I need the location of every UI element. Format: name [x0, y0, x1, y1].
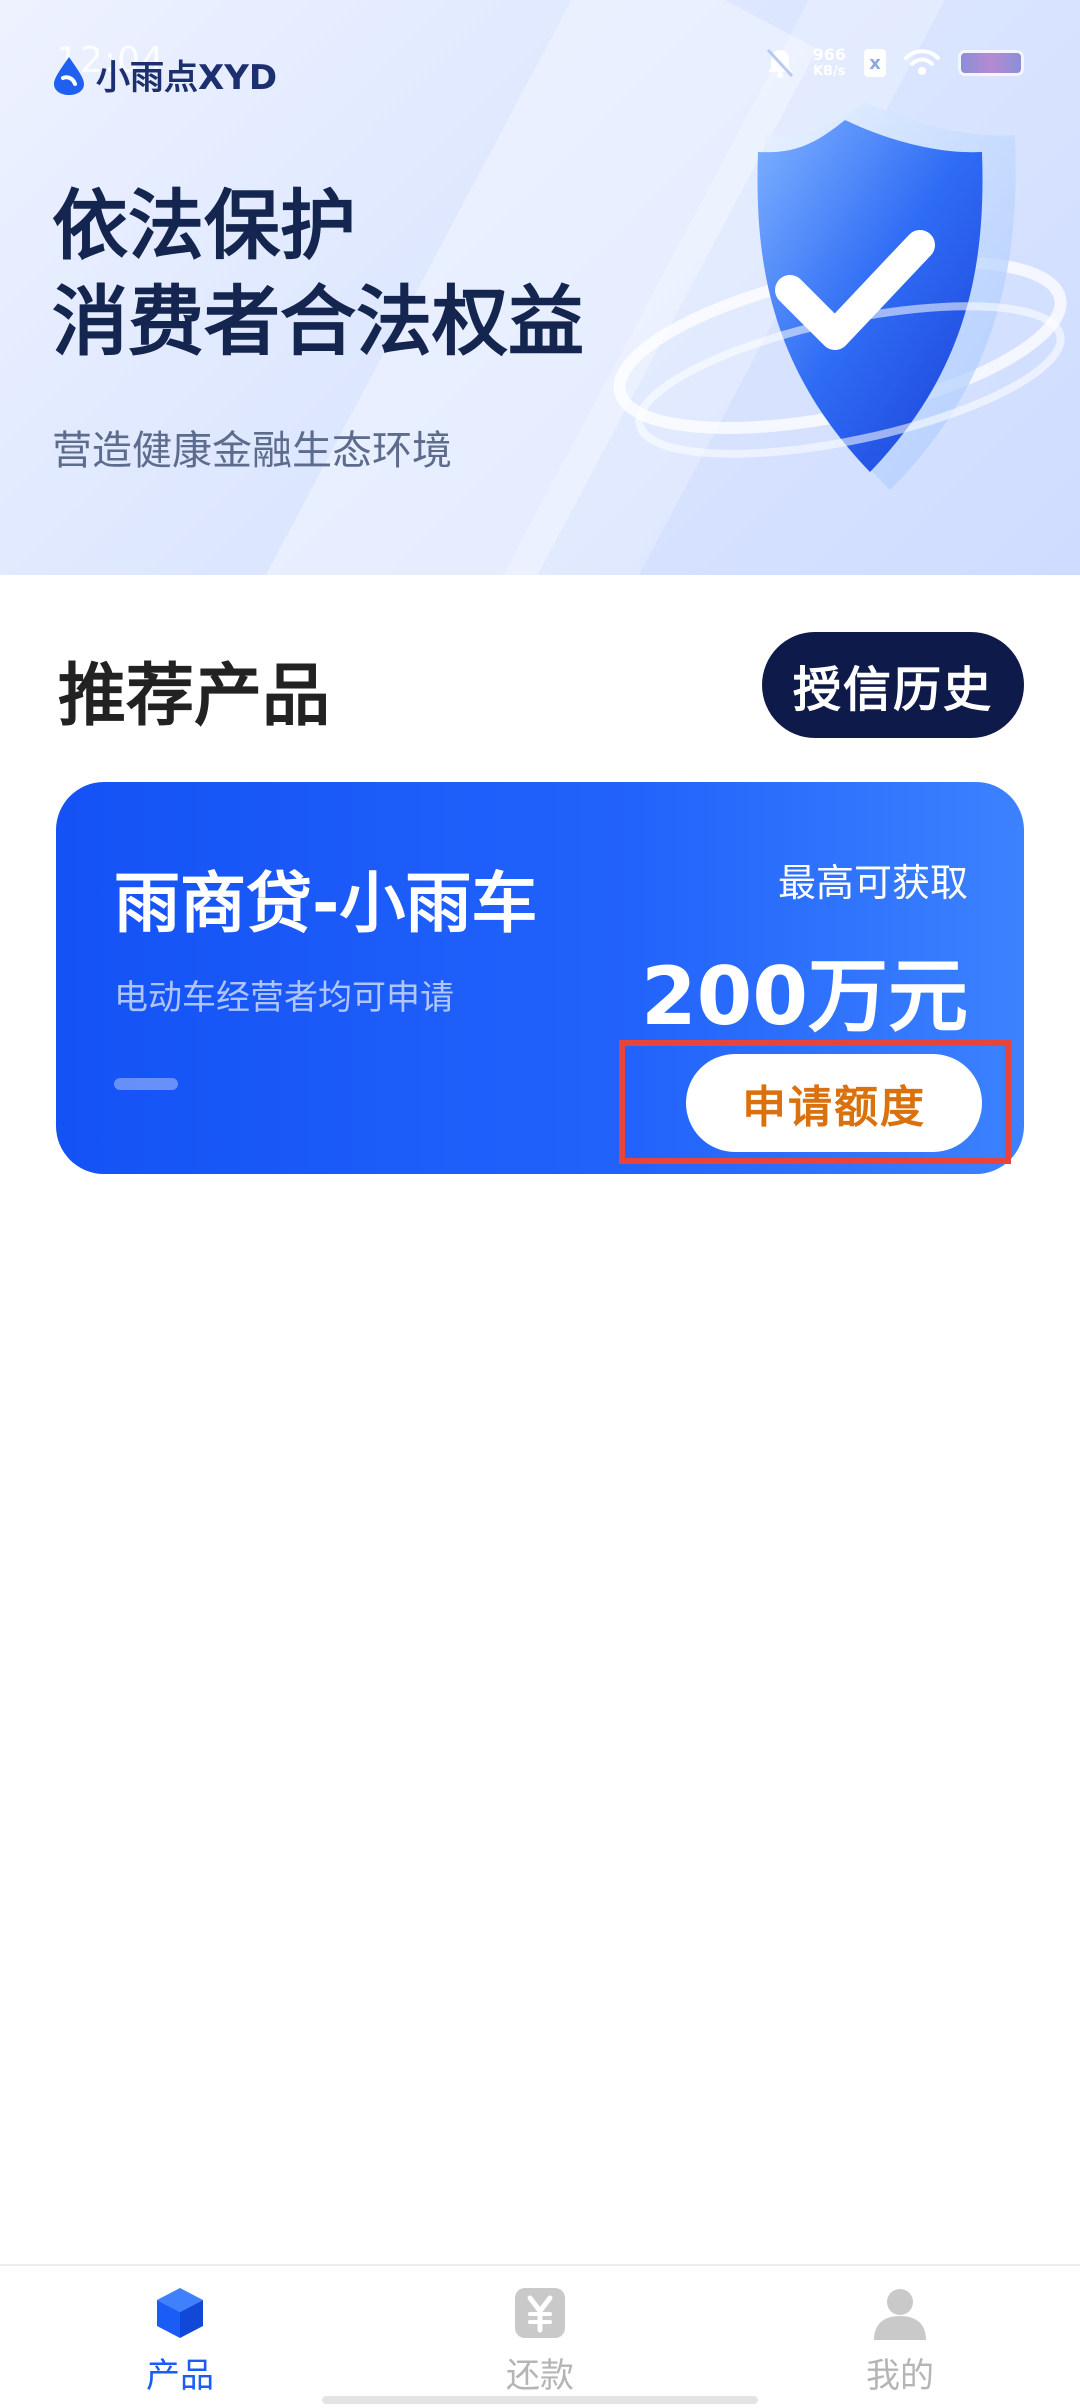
bottom-nav: 产品 还款 我的 — [0, 2264, 1080, 2408]
banner-title: 依法保护 消费者合法权益 — [52, 178, 584, 370]
hero-banner[interactable]: 12:04 966 KB/s x 小雨点XYD 依法保护 消费者合法权益 营造健… — [0, 0, 1080, 575]
cube-icon — [157, 2288, 203, 2338]
network-speed: 966 KB/s — [813, 46, 846, 80]
battery-icon — [958, 50, 1024, 76]
nav-label-repay: 还款 — [506, 2356, 574, 2396]
brand-name: 小雨点XYD — [96, 58, 278, 98]
sim-icon: x — [864, 49, 886, 77]
banner-title-line1: 依法保护 — [52, 181, 356, 270]
network-speed-value: 966 — [812, 45, 846, 64]
person-icon — [874, 2289, 926, 2340]
network-speed-unit: KB/s — [813, 64, 846, 79]
credit-history-button[interactable]: 授信历史 — [762, 632, 1024, 738]
mute-bell-icon — [766, 48, 793, 78]
nav-item-mine[interactable]: 我的 — [720, 2266, 1080, 2408]
shield-check-icon — [613, 102, 1067, 490]
banner-title-line2: 消费者合法权益 — [52, 277, 584, 366]
banner-subtitle: 营造健康金融生态环境 — [52, 428, 452, 474]
product-description: 电动车经营者均可申请 — [114, 978, 454, 1018]
section-title: 推荐产品 — [58, 657, 331, 736]
nav-label-mine: 我的 — [866, 2356, 934, 2396]
brand-logo: 小雨点XYD — [48, 50, 277, 99]
max-amount-label: 最高可获取 — [777, 861, 968, 905]
home-indicator[interactable] — [322, 2396, 758, 2404]
max-amount-value: 200万元 — [641, 950, 968, 1043]
nav-item-products[interactable]: 产品 — [0, 2266, 360, 2408]
yuan-icon — [515, 2288, 565, 2338]
apply-credit-button[interactable]: 申请额度 — [686, 1054, 982, 1152]
card-indicator — [114, 1078, 178, 1090]
nav-item-repay[interactable]: 还款 — [360, 2266, 720, 2408]
product-name: 雨商贷-小雨车 — [114, 865, 538, 942]
product-card[interactable]: 雨商贷-小雨车 电动车经营者均可申请 最高可获取 200万元 申请额度 — [56, 782, 1024, 1174]
status-icons: 966 KB/s x — [765, 46, 1024, 80]
wifi-icon — [904, 49, 940, 75]
nav-label-products: 产品 — [146, 2356, 214, 2396]
raindrop-logo-icon — [54, 56, 84, 95]
